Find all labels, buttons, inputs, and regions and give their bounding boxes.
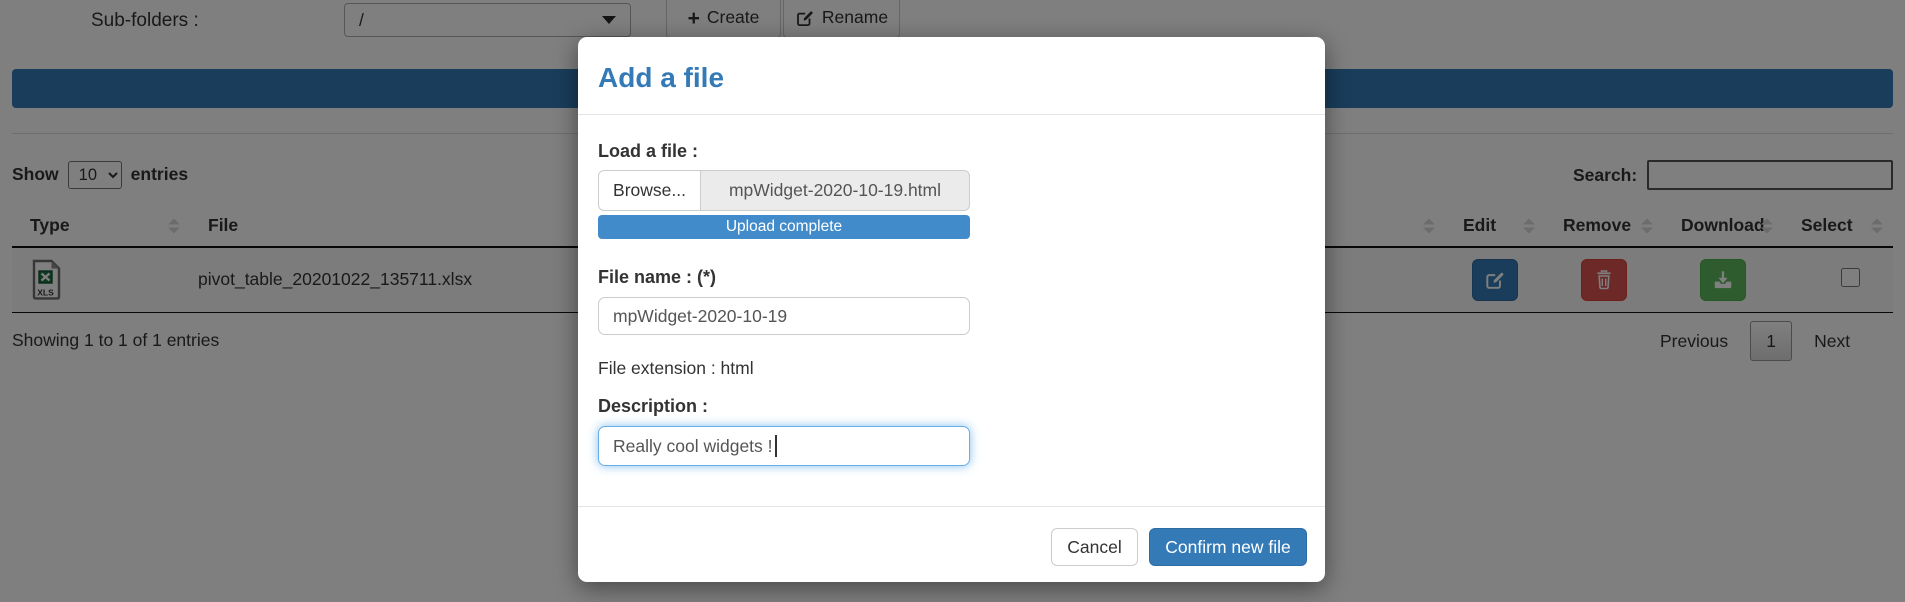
uploaded-filename: mpWidget-2020-10-19.html [701,170,970,211]
file-name-input[interactable] [598,297,970,335]
description-label: Description : [598,396,708,417]
file-upload-group: Browse... mpWidget-2020-10-19.html [598,170,970,211]
confirm-new-file-button[interactable]: Confirm new file [1149,528,1307,566]
file-name-label: File name : (*) [598,267,716,288]
description-value: Really cool widgets ! [613,436,773,457]
description-input[interactable]: Really cool widgets ! [598,426,970,466]
cancel-button[interactable]: Cancel [1051,528,1138,566]
modal-title: Add a file [598,63,724,93]
browse-button[interactable]: Browse... [598,170,701,211]
load-file-label: Load a file : [598,141,698,162]
file-manager-page: Sub-folders : / + Create Rename Show 10 … [0,0,1905,602]
modal-footer: Cancel Confirm new file [578,506,1325,582]
add-file-modal: Add a file Load a file : Browse... mpWid… [578,37,1325,582]
modal-header: Add a file [578,37,1325,115]
upload-progress-bar: Upload complete [598,215,970,239]
file-extension-text: File extension : html [598,358,754,379]
text-cursor [775,435,777,457]
